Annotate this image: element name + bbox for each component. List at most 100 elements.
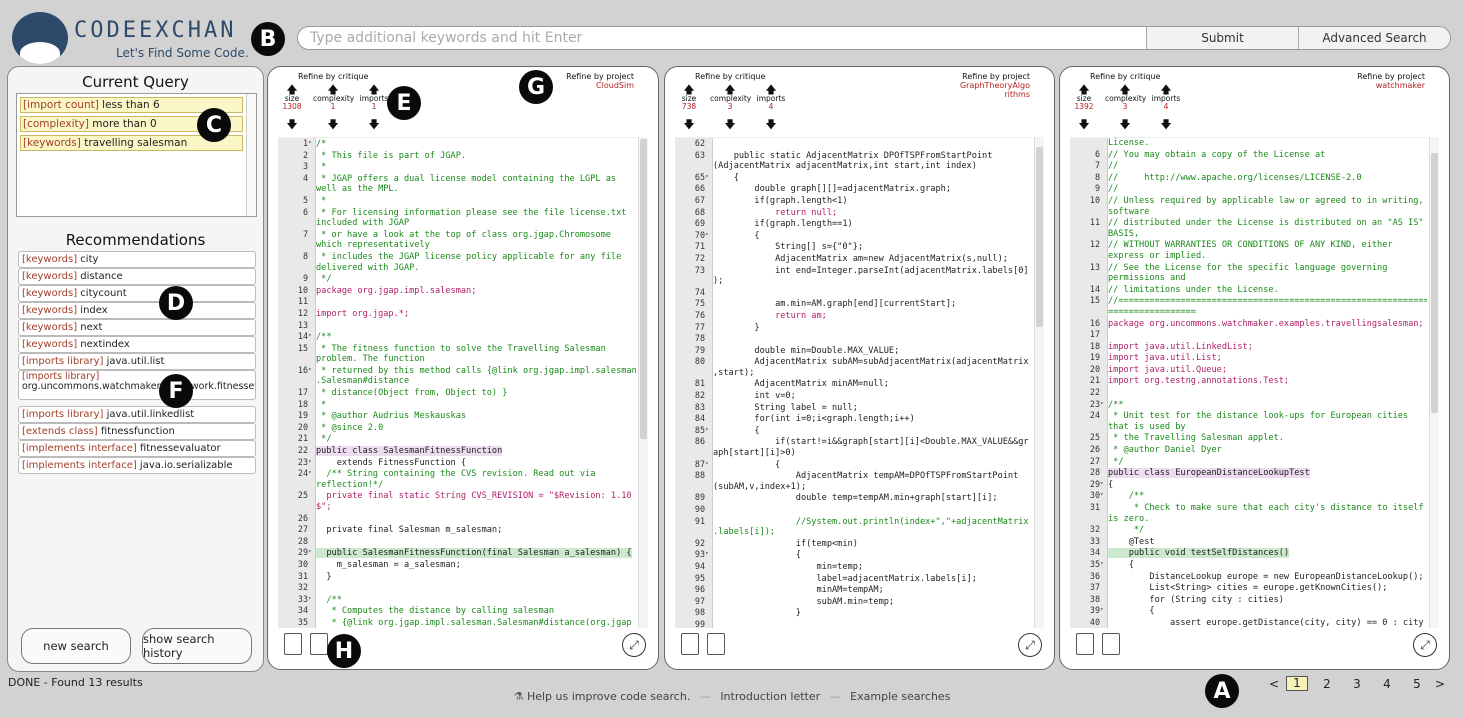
fold-toggle-icon[interactable]: ▾ [308, 457, 316, 468]
fold-toggle-icon[interactable]: ▾ [705, 425, 713, 436]
recommendation-item[interactable]: [keywords] distance [18, 268, 256, 285]
project-name[interactable]: CloudSim [566, 81, 634, 90]
recommendation-item[interactable]: [implements interface] java.io.serializa… [18, 457, 256, 474]
project-name[interactable]: GraphTheoryAlgo [960, 81, 1030, 90]
line-number: 32 [1089, 524, 1100, 535]
code-line: 89 double temp=tempAM.min+graph[start][i… [675, 492, 1032, 504]
line-number: 5 [302, 194, 308, 205]
code-viewer[interactable]: License. 6 // You may obtain a copy of the… [1070, 137, 1427, 628]
download-file-icon[interactable] [310, 633, 328, 655]
line-number: 15 [297, 342, 308, 353]
scrollbar-thumb[interactable] [1036, 147, 1043, 327]
code-viewer[interactable]: 62 63 public static AdjacentMatrix DPOfTS… [675, 137, 1032, 628]
code-scrollbar[interactable] [1034, 137, 1044, 628]
complexity-decrease-arrow-icon[interactable]: 🡇 [1105, 119, 1145, 130]
line-number: 34 [297, 605, 308, 616]
size-decrease-arrow-icon[interactable]: 🡇 [1064, 119, 1104, 130]
fold-toggle-icon[interactable]: ▾ [1100, 479, 1108, 490]
download-zip-icon[interactable] [681, 633, 699, 655]
fold-toggle-icon[interactable]: ▾ [308, 547, 316, 558]
query-scrollbar[interactable] [246, 94, 256, 216]
complexity-decrease-arrow-icon[interactable]: 🡇 [710, 119, 750, 130]
recommendation-item[interactable]: [keywords] next [18, 319, 256, 336]
code-line: 67 if(graph.length<1) [675, 195, 1032, 207]
recommendation-item[interactable]: [imports library] org.uncommons.watchmak… [18, 370, 256, 400]
code-text: extends FitnessFunction { [316, 457, 467, 468]
line-number: 35 [297, 616, 308, 627]
fold-toggle-icon[interactable]: ▾ [705, 549, 713, 560]
fold-toggle-icon[interactable]: ▾ [1100, 605, 1108, 616]
page-2-link[interactable]: 2 [1312, 677, 1342, 691]
fold-toggle-icon[interactable]: ▾ [308, 594, 316, 605]
imports-decrease-arrow-icon[interactable]: 🡇 [1146, 119, 1186, 130]
page-4-link[interactable]: 4 [1372, 677, 1402, 691]
recommendation-item[interactable]: [implements interface] fitnessevaluator [18, 440, 256, 457]
next-page-button[interactable]: > [1432, 677, 1448, 691]
code-line: 63 public static AdjacentMatrix DPOfTSPF… [675, 150, 1032, 162]
recommendation-item[interactable]: [keywords] nextindex [18, 336, 256, 353]
code-text: * The fitness function to solve the Trav… [316, 343, 606, 354]
fold-toggle-icon[interactable]: ▾ [1100, 490, 1108, 501]
fold-toggle-icon[interactable]: ▾ [705, 172, 713, 183]
code-text: { [1108, 479, 1114, 490]
fold-toggle-icon[interactable]: ▾ [308, 138, 316, 149]
size-decrease-arrow-icon[interactable]: 🡇 [669, 119, 709, 130]
code-text: included with JGAP [316, 218, 410, 229]
complexity-decrease-arrow-icon[interactable]: 🡇 [313, 119, 353, 130]
code-text: double graph[][]=adjacentMatrix.graph; [713, 184, 951, 195]
help-improve-link[interactable]: Help us improve code search. [527, 690, 690, 703]
page-3-link[interactable]: 3 [1342, 677, 1372, 691]
refine-by-project-label: Refine by project [566, 72, 634, 81]
expand-icon[interactable]: ⤢ [622, 633, 646, 657]
recommendation-item[interactable]: [keywords] city [18, 251, 256, 268]
download-zip-icon[interactable] [1076, 633, 1094, 655]
fold-toggle-icon[interactable]: ▾ [308, 468, 316, 479]
prev-page-button[interactable]: < [1266, 677, 1282, 691]
fold-toggle-icon[interactable]: ▾ [705, 459, 713, 470]
fold-toggle-icon[interactable]: ▾ [705, 230, 713, 241]
search-input[interactable] [298, 27, 1146, 49]
recommendation-item[interactable]: [keywords] citycount [18, 285, 256, 302]
refine-by-project[interactable]: Refine by project GraphTheoryAlgo rithms [960, 72, 1030, 99]
line-number: 99 [694, 618, 705, 628]
line-number: 10 [1089, 194, 1100, 205]
imports-decrease-arrow-icon[interactable]: 🡇 [354, 119, 394, 130]
recommendation-item[interactable]: [imports library] java.util.linkedlist [18, 406, 256, 423]
recommendation-item[interactable]: [extends class] fitnessfunction [18, 423, 256, 440]
introduction-letter-link[interactable]: Introduction letter [720, 690, 820, 703]
refine-by-project[interactable]: Refine by project CloudSim [566, 72, 634, 90]
code-text: AdjacentMatrix am=new AdjacentMatrix(s,n… [713, 253, 1008, 264]
page-1-current[interactable]: 1 [1286, 676, 1308, 691]
recommendation-item[interactable]: [keywords] index [18, 302, 256, 319]
code-line: 30▾ /** [1070, 490, 1427, 502]
code-text: List<String> cities = europe.getKnownCit… [1108, 583, 1388, 594]
scrollbar-thumb[interactable] [1431, 153, 1438, 413]
fold-toggle-icon[interactable]: ▾ [308, 331, 316, 342]
expand-icon[interactable]: ⤢ [1018, 633, 1042, 657]
download-zip-icon[interactable] [284, 633, 302, 655]
new-search-button[interactable]: new search [21, 628, 131, 664]
page-5-link[interactable]: 5 [1402, 677, 1432, 691]
download-file-icon[interactable] [707, 633, 725, 655]
recommendation-item[interactable]: [imports library] java.util.list [18, 353, 256, 370]
download-file-icon[interactable] [1102, 633, 1120, 655]
expand-icon[interactable]: ⤢ [1413, 633, 1437, 657]
project-name[interactable]: watchmaker [1357, 81, 1425, 90]
size-decrease-arrow-icon[interactable]: 🡇 [272, 119, 312, 130]
code-line: 25 private final static String CVS_REVIS… [278, 490, 636, 502]
show-search-history-button[interactable]: show search history [142, 628, 252, 664]
code-line: 17 * distance(Object from, Object to) } [278, 387, 636, 399]
imports-decrease-arrow-icon[interactable]: 🡇 [751, 119, 791, 130]
fold-toggle-icon[interactable]: ▾ [308, 365, 316, 376]
advanced-search-button[interactable]: Advanced Search [1298, 27, 1450, 49]
submit-button[interactable]: Submit [1146, 27, 1298, 49]
code-viewer[interactable]: 1▾/* 2 * This file is part of JGAP. 3 * 4 *… [278, 137, 636, 628]
code-scrollbar[interactable] [638, 137, 648, 628]
example-searches-link[interactable]: Example searches [850, 690, 950, 703]
code-text: express or implied. [1108, 250, 1207, 261]
code-scrollbar[interactable] [1429, 137, 1439, 628]
fold-toggle-icon[interactable]: ▾ [1100, 559, 1108, 570]
fold-toggle-icon[interactable]: ▾ [1100, 399, 1108, 410]
scrollbar-thumb[interactable] [640, 139, 647, 439]
refine-by-project[interactable]: Refine by project watchmaker [1357, 72, 1425, 90]
